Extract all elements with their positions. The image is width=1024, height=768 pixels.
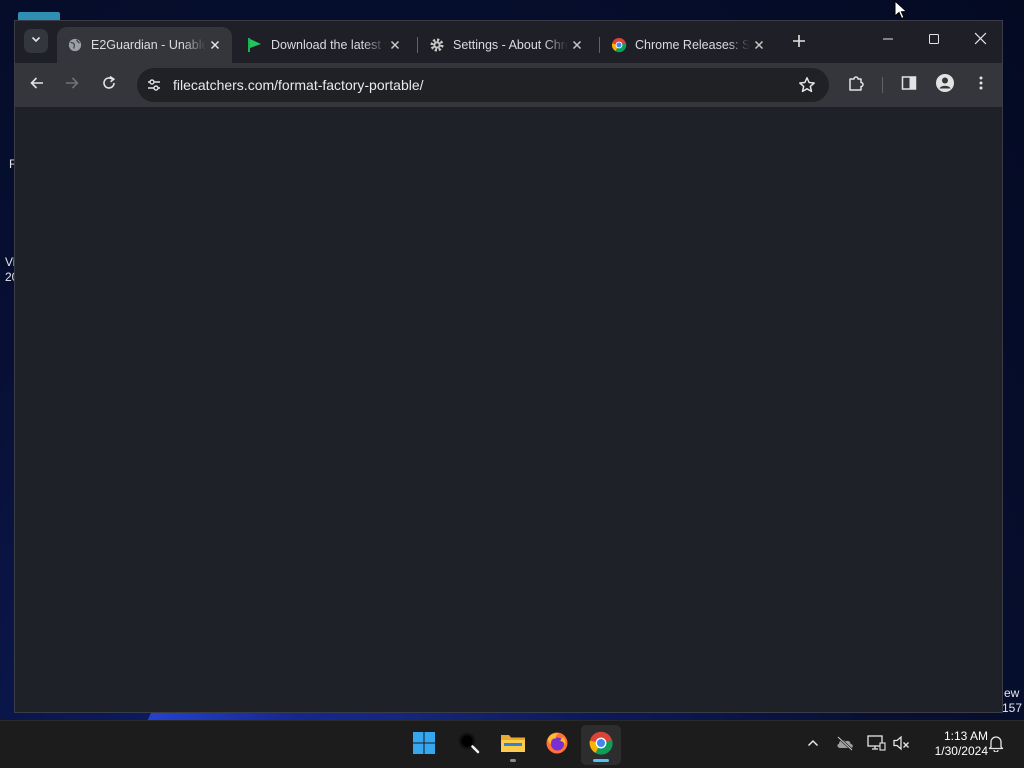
desktop-text-fragment: ew bbox=[1004, 686, 1020, 700]
close-icon bbox=[974, 32, 987, 50]
close-window-button[interactable] bbox=[957, 27, 1002, 55]
side-panel-icon bbox=[901, 75, 917, 96]
gear-icon bbox=[429, 37, 445, 53]
forward-button[interactable] bbox=[58, 71, 86, 99]
tab-title: Download the latest version of Format Fa… bbox=[271, 38, 386, 52]
arrow-left-icon bbox=[29, 75, 45, 96]
show-hidden-icons-button[interactable] bbox=[801, 733, 825, 757]
tab-title: E2Guardian - Unable to load the requeste… bbox=[91, 38, 206, 52]
chrome-menu-button[interactable] bbox=[967, 71, 995, 99]
tab-e2guardian[interactable]: E2Guardian - Unable to load the requeste… bbox=[57, 27, 232, 63]
file-explorer-button[interactable] bbox=[493, 725, 533, 765]
minimize-icon bbox=[882, 32, 894, 50]
volume-muted-icon bbox=[892, 734, 912, 757]
search-taskbar-button[interactable] bbox=[449, 725, 489, 765]
system-clock[interactable]: 1:13 AM 1/30/2024 bbox=[918, 729, 988, 759]
running-indicator bbox=[510, 759, 516, 762]
volume-tray-button[interactable] bbox=[890, 733, 914, 757]
firefox-button[interactable] bbox=[537, 725, 577, 765]
clock-time: 1:13 AM bbox=[943, 729, 988, 743]
search-icon bbox=[457, 731, 481, 760]
browser-toolbar: filecatchers.com/format-factory-portable… bbox=[15, 63, 1002, 107]
minimize-button[interactable] bbox=[865, 27, 911, 55]
chrome-icon bbox=[611, 37, 627, 53]
file-explorer-icon bbox=[500, 731, 526, 760]
tab-search-button[interactable] bbox=[24, 29, 48, 53]
tab-separator bbox=[599, 37, 600, 53]
reload-button[interactable] bbox=[95, 71, 123, 99]
tab-settings-about-chrome[interactable]: Settings - About Chrome bbox=[419, 27, 594, 63]
network-icon bbox=[866, 734, 886, 757]
close-tab-icon[interactable] bbox=[750, 36, 768, 54]
extensions-button[interactable] bbox=[842, 71, 870, 99]
maximize-icon bbox=[928, 32, 940, 50]
green-flag-icon bbox=[247, 37, 263, 53]
notification-bell-icon bbox=[988, 734, 1004, 757]
globe-icon bbox=[67, 37, 83, 53]
new-tab-button[interactable] bbox=[787, 31, 811, 55]
side-panel-button[interactable] bbox=[895, 71, 923, 99]
back-button[interactable] bbox=[23, 71, 51, 99]
arrow-right-icon bbox=[64, 75, 80, 96]
taskbar: 1:13 AM 1/30/2024 bbox=[0, 720, 1024, 768]
url-text[interactable]: filecatchers.com/format-factory-portable… bbox=[173, 77, 793, 93]
page-content bbox=[15, 107, 1002, 712]
onedrive-icon bbox=[835, 735, 855, 756]
chevron-down-icon bbox=[30, 32, 42, 50]
network-tray-button[interactable] bbox=[864, 733, 888, 757]
onedrive-tray-button[interactable] bbox=[833, 733, 857, 757]
firefox-icon bbox=[545, 731, 569, 760]
tab-title: Chrome Releases: Stable Channel Update bbox=[635, 38, 750, 52]
active-indicator bbox=[593, 759, 609, 762]
maximize-button[interactable] bbox=[911, 27, 957, 55]
clock-date: 1/30/2024 bbox=[934, 744, 988, 758]
site-info-icon[interactable] bbox=[139, 70, 169, 100]
plus-icon bbox=[792, 34, 806, 53]
close-tab-icon[interactable] bbox=[386, 36, 404, 54]
chrome-icon bbox=[589, 731, 613, 760]
chevron-up-icon bbox=[806, 736, 820, 755]
start-button[interactable] bbox=[404, 725, 444, 765]
mouse-cursor-icon bbox=[894, 0, 908, 25]
profile-avatar-icon bbox=[935, 73, 955, 98]
tab-title: Settings - About Chrome bbox=[453, 38, 568, 52]
desktop-text-fragment: 157 bbox=[1002, 701, 1023, 715]
tab-separator bbox=[417, 37, 418, 53]
tab-strip: E2Guardian - Unable to load the requeste… bbox=[15, 21, 1002, 63]
close-tab-icon[interactable] bbox=[568, 36, 586, 54]
reload-icon bbox=[101, 75, 117, 96]
browser-window: E2Guardian - Unable to load the requeste… bbox=[14, 20, 1003, 713]
close-tab-icon[interactable] bbox=[206, 36, 224, 54]
bookmark-star-icon[interactable] bbox=[793, 71, 821, 99]
notifications-button[interactable] bbox=[984, 733, 1008, 757]
profile-button[interactable] bbox=[931, 71, 959, 99]
tab-chrome-releases[interactable]: Chrome Releases: Stable Channel Update bbox=[601, 27, 776, 63]
chrome-taskbar-button[interactable] bbox=[581, 725, 621, 765]
kebab-menu-icon bbox=[973, 75, 989, 96]
windows-start-icon bbox=[412, 731, 436, 760]
toolbar-separator bbox=[882, 77, 883, 93]
puzzle-icon bbox=[847, 74, 865, 97]
tab-download-latest[interactable]: Download the latest version of Format Fa… bbox=[237, 27, 412, 63]
address-bar[interactable]: filecatchers.com/format-factory-portable… bbox=[137, 68, 829, 102]
